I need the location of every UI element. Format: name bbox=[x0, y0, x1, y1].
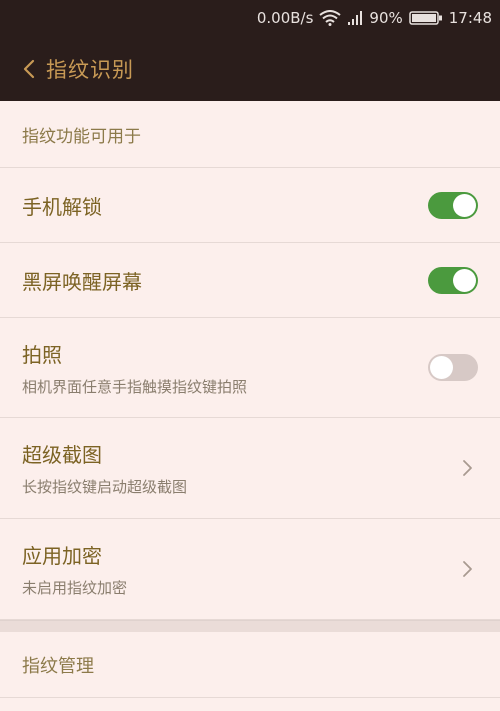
phone-unlock-toggle[interactable] bbox=[428, 191, 478, 219]
setting-phone-unlock[interactable]: 手机解锁 bbox=[0, 168, 500, 243]
clock: 17:48 bbox=[448, 9, 492, 27]
wake-screen-toggle[interactable] bbox=[428, 266, 478, 294]
section-divider bbox=[0, 620, 500, 632]
setting-app-encryption[interactable]: 应用加密 未启用指纹加密 bbox=[0, 519, 500, 620]
settings-list: 指纹功能可用于 手机解锁 黑屏唤醒屏幕 拍照 相机界面任意手指触摸指纹键拍照 超… bbox=[0, 101, 500, 698]
setting-title: 手机解锁 bbox=[22, 194, 102, 219]
setting-title: 应用加密 bbox=[22, 544, 102, 568]
camera-shutter-toggle[interactable] bbox=[428, 354, 478, 381]
setting-camera-shutter[interactable]: 拍照 相机界面任意手指触摸指纹键拍照 bbox=[0, 318, 500, 418]
battery-icon bbox=[409, 10, 443, 26]
setting-title: 黑屏唤醒屏幕 bbox=[22, 269, 142, 294]
battery-percent: 90% bbox=[369, 9, 403, 27]
setting-title: 超级截图 bbox=[22, 443, 102, 467]
chevron-right-icon bbox=[460, 559, 474, 579]
wifi-icon bbox=[319, 10, 342, 26]
status-bar: 0.00B/s 90% 17:48 bbox=[0, 0, 500, 36]
setting-super-screenshot[interactable]: 超级截图 长按指纹键启动超级截图 bbox=[0, 418, 500, 519]
section-header-fingerprint-management: 指纹管理 bbox=[0, 632, 500, 698]
back-arrow-icon[interactable] bbox=[18, 57, 42, 81]
app-bar: 指纹识别 bbox=[0, 36, 500, 101]
setting-wake-screen[interactable]: 黑屏唤醒屏幕 bbox=[0, 243, 500, 318]
signal-icon bbox=[347, 10, 363, 26]
setting-subtitle: 长按指纹键启动超级截图 bbox=[22, 478, 188, 496]
page-title: 指纹识别 bbox=[46, 57, 134, 82]
network-speed: 0.00B/s bbox=[256, 9, 314, 27]
chevron-right-icon bbox=[460, 458, 474, 478]
section-header-fingerprint-functions: 指纹功能可用于 bbox=[0, 101, 500, 168]
setting-title: 拍照 bbox=[22, 342, 62, 367]
setting-subtitle: 相机界面任意手指触摸指纹键拍照 bbox=[22, 377, 248, 396]
setting-subtitle: 未启用指纹加密 bbox=[22, 579, 128, 597]
